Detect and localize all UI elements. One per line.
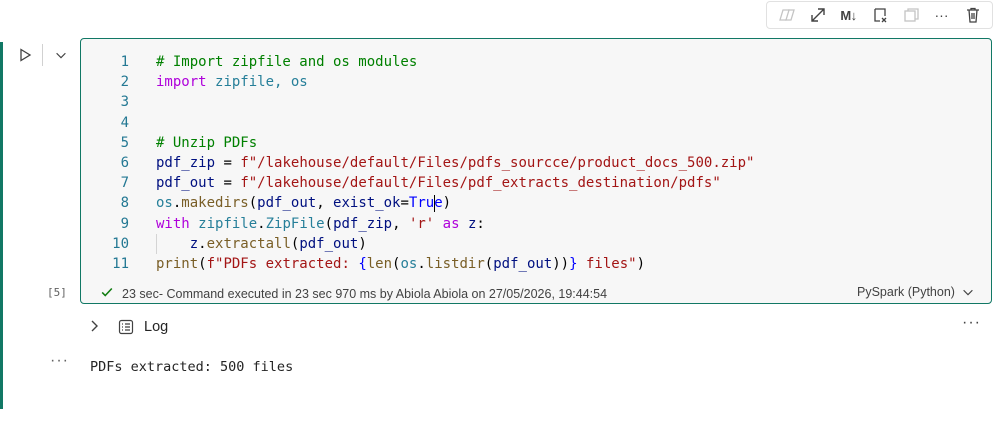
clear-output-icon[interactable] bbox=[869, 4, 891, 26]
output-more-options-icon[interactable]: ··· bbox=[962, 314, 981, 332]
code-line: 9 with zipfile.ZipFile(pdf_zip, 'r' as z: bbox=[81, 214, 991, 234]
code-keyword: import bbox=[156, 74, 207, 91]
code-cell[interactable]: 1 # Import zipfile and os modules 2 import… bbox=[80, 38, 992, 304]
code-variable: pdf_zip bbox=[156, 154, 216, 171]
code-function: extractall bbox=[206, 235, 291, 252]
code-line: 3 bbox=[81, 92, 991, 112]
collapse-cell-button[interactable] bbox=[50, 44, 72, 66]
markdown-toggle-button[interactable]: M↓ bbox=[838, 4, 860, 26]
code-variable: pdf_out bbox=[257, 195, 317, 212]
code-line: 6 pdf_zip = f"/lakehouse/default/Files/pd… bbox=[81, 153, 991, 173]
code-keyword: with bbox=[156, 215, 190, 232]
code-string: 'r' bbox=[408, 215, 435, 232]
chevron-right-icon[interactable] bbox=[86, 318, 102, 334]
code-function: len bbox=[366, 255, 393, 272]
code-line: 5 # Unzip PDFs bbox=[81, 133, 991, 153]
delete-icon[interactable] bbox=[962, 4, 984, 26]
code-comment: # Import zipfile and os modules bbox=[156, 54, 418, 70]
output-menu-icon[interactable]: ··· bbox=[50, 352, 69, 370]
cell-output-text: PDFs extracted: 500 files bbox=[90, 359, 294, 375]
line-number: 4 bbox=[120, 114, 129, 131]
code-variable: exist_ok bbox=[333, 195, 401, 212]
execution-status: 23 sec - Command executed in 23 sec 970 … bbox=[100, 285, 607, 302]
more-options-icon[interactable]: ··· bbox=[931, 4, 953, 26]
code-variable: pdf_out bbox=[493, 255, 553, 272]
line-number: 6 bbox=[120, 154, 129, 171]
chevron-down-icon bbox=[56, 52, 66, 59]
code-string: f"/lakehouse/default/Files/pdfs_sourcce/… bbox=[240, 154, 755, 171]
code-function: print bbox=[156, 255, 199, 272]
code-line: 8 os.makedirs(pdf_out, exist_ok=True) bbox=[81, 193, 991, 213]
freeze-cell-icon[interactable] bbox=[900, 4, 922, 26]
cell-toolbar: M↓ ··· bbox=[766, 1, 993, 29]
code-variable: z bbox=[189, 235, 199, 252]
line-number: 5 bbox=[120, 134, 129, 151]
play-icon bbox=[20, 48, 32, 62]
code-line: 4 bbox=[81, 113, 991, 133]
code-function: makedirs bbox=[181, 195, 249, 212]
code-class: ZipFile bbox=[265, 215, 325, 232]
code-line: 2 import zipfile, os bbox=[81, 72, 991, 92]
log-list-icon bbox=[118, 319, 134, 335]
code-function: listdir bbox=[425, 255, 485, 272]
code-line: 11 print(f"PDFs extracted: {len(os.listdi… bbox=[81, 254, 991, 274]
language-label: PySpark (Python) bbox=[857, 285, 955, 299]
code-variable: pdf_out bbox=[299, 235, 359, 252]
copilot-icon[interactable] bbox=[776, 4, 798, 26]
code-line: 1 # Import zipfile and os modules bbox=[81, 52, 991, 72]
code-string: files" bbox=[577, 255, 637, 272]
run-separator bbox=[42, 44, 43, 66]
checkmark-icon bbox=[100, 285, 122, 302]
code-modules: zipfile, os bbox=[215, 74, 308, 91]
line-number: 7 bbox=[120, 175, 129, 192]
line-number: 11 bbox=[112, 255, 129, 272]
active-cell-indicator bbox=[0, 42, 3, 409]
status-detail: - Command executed in 23 sec 970 ms by A… bbox=[158, 286, 608, 301]
line-number: 9 bbox=[120, 215, 129, 232]
line-number: 8 bbox=[120, 195, 129, 212]
line-number: 1 bbox=[120, 54, 129, 70]
code-variable: pdf_out bbox=[156, 175, 216, 192]
language-selector[interactable]: PySpark (Python) bbox=[857, 285, 975, 299]
code-line: 10 z.extractall(pdf_out) bbox=[81, 233, 991, 254]
line-number: 3 bbox=[120, 94, 129, 111]
code-string: f"/lakehouse/default/Files/pdf_extracts_… bbox=[240, 175, 721, 192]
code-string: f"PDFs extracted: bbox=[206, 255, 359, 272]
code-constant: e bbox=[434, 195, 443, 212]
code-module: os bbox=[400, 255, 418, 272]
log-toggle[interactable]: Log bbox=[144, 319, 168, 335]
code-line: 7 pdf_out = f"/lakehouse/default/Files/pd… bbox=[81, 173, 991, 193]
code-editor[interactable]: 1 # Import zipfile and os modules 2 import… bbox=[81, 52, 991, 274]
code-variable: pdf_zip bbox=[333, 215, 393, 232]
code-comment: # Unzip PDFs bbox=[156, 134, 258, 151]
code-module: zipfile bbox=[198, 215, 258, 232]
code-constant: Tru bbox=[408, 195, 435, 212]
code-module: os bbox=[156, 195, 173, 212]
run-cell-button[interactable] bbox=[14, 44, 36, 66]
expand-icon[interactable] bbox=[807, 4, 829, 26]
status-duration: 23 sec bbox=[122, 286, 159, 301]
line-number: 10 bbox=[112, 235, 129, 252]
chevron-down-icon bbox=[963, 289, 973, 296]
execution-count: [5] bbox=[47, 286, 67, 299]
code-keyword: as bbox=[442, 215, 460, 232]
line-number: 2 bbox=[120, 74, 129, 91]
